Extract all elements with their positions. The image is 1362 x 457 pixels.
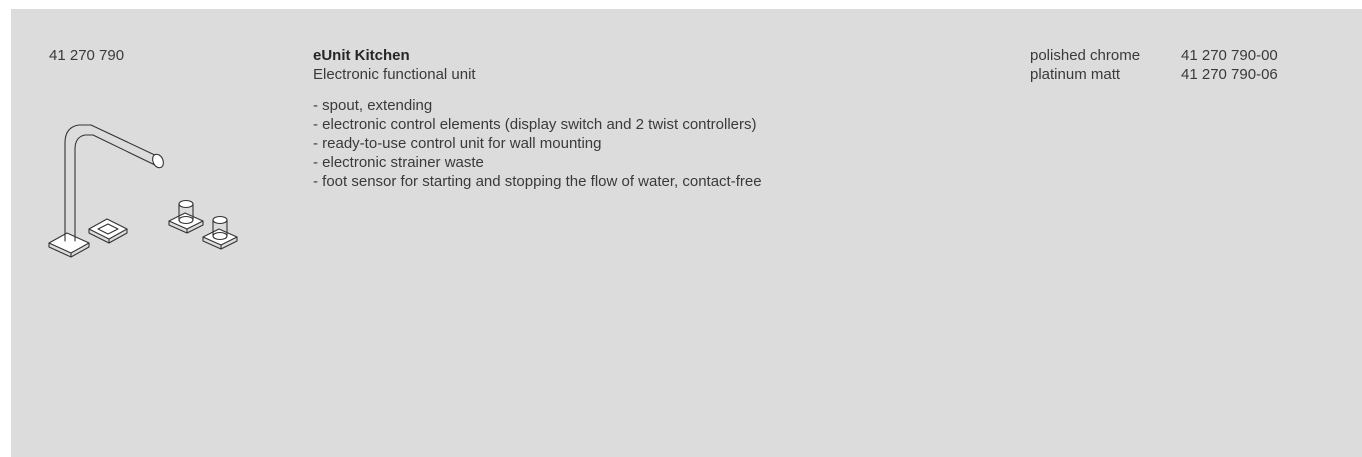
finish-table: polished chrome 41 270 790-00 platinum m… bbox=[1030, 46, 1278, 84]
feature-item: - electronic control elements (display s… bbox=[313, 116, 757, 133]
kitchen-faucet-line-drawing-icon bbox=[48, 124, 238, 258]
finish-code: 41 270 790-00 bbox=[1181, 47, 1278, 64]
finish-code: 41 270 790-06 bbox=[1181, 66, 1278, 83]
feature-list: - spout, extending - electronic control … bbox=[313, 96, 953, 191]
product-subtitle: Electronic functional unit bbox=[313, 66, 476, 83]
feature-item: - spout, extending bbox=[313, 97, 433, 114]
feature-item: - foot sensor for starting and stopping … bbox=[313, 173, 762, 190]
product-description: eUnit Kitchen Electronic functional unit… bbox=[313, 46, 953, 191]
feature-item: - ready-to-use control unit for wall mou… bbox=[313, 135, 602, 152]
product-panel: 41 270 790 eUnit Kitchen Electronic func… bbox=[11, 9, 1362, 457]
finish-row: polished chrome 41 270 790-00 bbox=[1030, 46, 1278, 65]
article-number: 41 270 790 bbox=[49, 47, 125, 64]
product-title: eUnit Kitchen bbox=[313, 47, 410, 64]
finish-name: polished chrome bbox=[1030, 47, 1141, 64]
feature-item: - electronic strainer waste bbox=[313, 154, 484, 171]
finish-row: platinum matt 41 270 790-06 bbox=[1030, 65, 1278, 84]
finish-name: platinum matt bbox=[1030, 66, 1121, 83]
